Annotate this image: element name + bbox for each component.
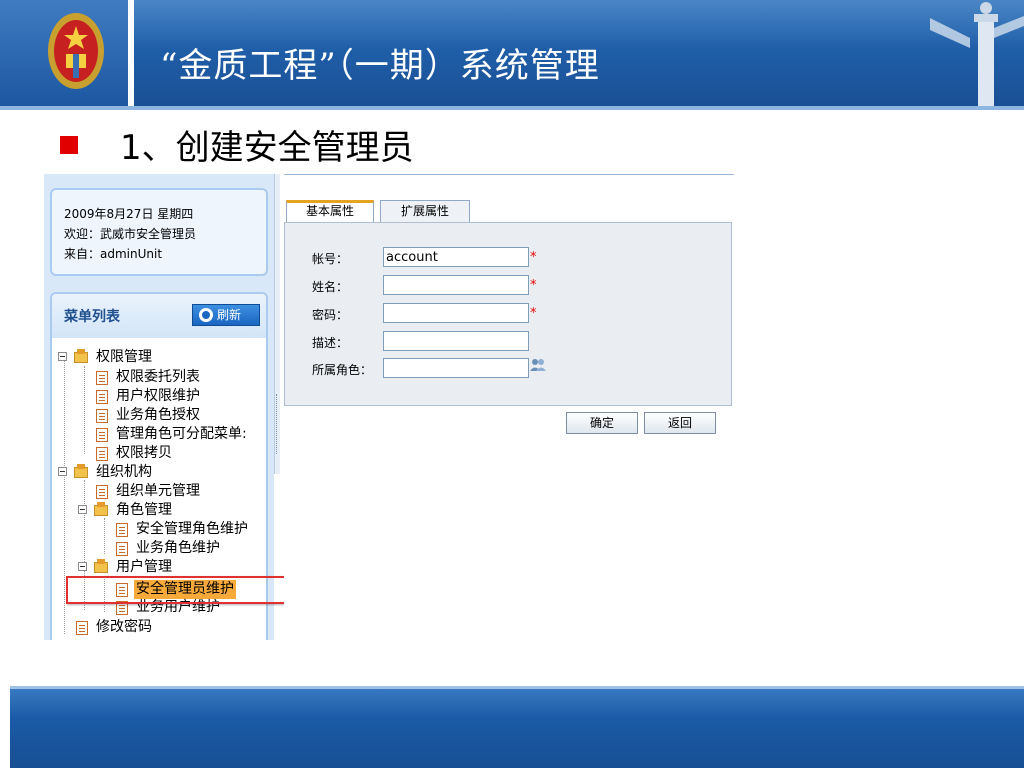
folder-icon bbox=[74, 464, 88, 478]
document-icon bbox=[96, 447, 108, 461]
slide-footer-band bbox=[10, 686, 1024, 768]
tree-label: 管理角色可分配菜单: bbox=[116, 426, 247, 442]
panel-splitter[interactable] bbox=[274, 174, 280, 474]
name-label: 姓名： bbox=[312, 280, 349, 294]
name-input[interactable] bbox=[383, 275, 529, 295]
account-input[interactable] bbox=[383, 247, 529, 267]
document-icon bbox=[116, 523, 128, 537]
required-mark: * bbox=[530, 278, 537, 293]
tree-label: 用户权限维护 bbox=[116, 388, 200, 404]
left-sidebar: 2009年8月27日 星期四 欢迎：武威市安全管理员 来自：adminUnit … bbox=[44, 174, 274, 640]
folder-icon bbox=[94, 502, 108, 516]
collapse-toggle-icon[interactable] bbox=[78, 562, 87, 571]
national-emblem-icon bbox=[48, 13, 104, 89]
required-mark: * bbox=[530, 250, 537, 265]
document-icon bbox=[96, 390, 108, 404]
tree-label: 用户管理 bbox=[116, 559, 172, 575]
select-role-icon[interactable] bbox=[530, 358, 546, 372]
user-info-box: 2009年8月27日 星期四 欢迎：武威市安全管理员 来自：adminUnit bbox=[50, 188, 268, 276]
welcome-line: 欢迎：武威市安全管理员 bbox=[64, 227, 197, 241]
role-label: 所属角色： bbox=[312, 363, 373, 377]
section-heading: 1、创建安全管理员 bbox=[120, 128, 414, 168]
collapse-toggle-icon[interactable] bbox=[78, 505, 87, 514]
description-input[interactable] bbox=[383, 331, 529, 351]
password-label: 密码： bbox=[312, 308, 349, 322]
refresh-button[interactable]: 刷新 bbox=[192, 304, 260, 326]
document-icon bbox=[96, 409, 108, 423]
document-icon bbox=[116, 542, 128, 556]
menu-title: 菜单列表 bbox=[64, 309, 120, 325]
tree-guide bbox=[84, 366, 85, 454]
confirm-button[interactable]: 确定 bbox=[566, 412, 638, 434]
required-mark: * bbox=[530, 306, 537, 321]
huabiao-pillar-icon bbox=[930, 2, 1024, 110]
tree-node-fenpeicaidan[interactable]: 管理角色可分配菜单: bbox=[96, 425, 264, 444]
from-line: 来自：adminUnit bbox=[64, 247, 163, 261]
document-icon bbox=[96, 371, 108, 385]
form-area: 基本属性 扩展属性 帐号： * 姓名： * 密码： * 描述： 所属角色： 确定… bbox=[284, 174, 734, 640]
role-input[interactable] bbox=[383, 358, 529, 378]
emblem-separator bbox=[128, 0, 134, 110]
account-label: 帐号： bbox=[312, 252, 349, 266]
collapse-toggle-icon[interactable] bbox=[58, 352, 67, 361]
document-icon bbox=[96, 485, 108, 499]
tree-label: 权限管理 bbox=[96, 349, 152, 365]
tree-label: 业务角色授权 bbox=[116, 407, 200, 423]
tree-guide bbox=[64, 358, 65, 634]
splitter-grip-icon[interactable] bbox=[276, 394, 280, 454]
tree-guide bbox=[104, 518, 105, 554]
tree-label: 业务角色维护 bbox=[136, 540, 220, 556]
tree-label: 组织单元管理 bbox=[116, 483, 200, 499]
collapse-toggle-icon[interactable] bbox=[58, 467, 67, 476]
password-input[interactable] bbox=[383, 303, 529, 323]
emblem-area bbox=[0, 0, 128, 110]
slide-title: “金质工程”（一期）系统管理 bbox=[160, 46, 600, 86]
tree-label: 安全管理角色维护 bbox=[136, 521, 248, 537]
date-line: 2009年8月27日 星期四 bbox=[64, 207, 194, 221]
tab-basic-properties[interactable]: 基本属性 bbox=[286, 200, 374, 222]
tree-label: 权限拷贝 bbox=[116, 445, 172, 461]
tree-label: 权限委托列表 bbox=[116, 369, 200, 385]
app-screenshot: 2009年8月27日 星期四 欢迎：武威市安全管理员 来自：adminUnit … bbox=[44, 174, 734, 640]
document-icon bbox=[96, 428, 108, 442]
top-border bbox=[284, 174, 734, 175]
footer-accent-line bbox=[10, 686, 1024, 689]
refresh-label: 刷新 bbox=[217, 308, 242, 322]
bullet-square bbox=[60, 136, 78, 154]
tab-extended-properties[interactable]: 扩展属性 bbox=[380, 200, 470, 222]
tree-label: 修改密码 bbox=[96, 619, 152, 635]
folder-icon bbox=[94, 559, 108, 573]
menu-header: 菜单列表 刷新 bbox=[52, 294, 266, 338]
refresh-icon bbox=[199, 308, 213, 322]
back-button[interactable]: 返回 bbox=[644, 412, 716, 434]
description-label: 描述： bbox=[312, 336, 349, 350]
folder-icon bbox=[74, 349, 88, 363]
tree-label: 角色管理 bbox=[116, 502, 172, 518]
tree-label: 组织机构 bbox=[96, 464, 152, 480]
slide-header: “金质工程”（一期）系统管理 bbox=[0, 0, 1024, 110]
document-icon bbox=[76, 621, 88, 635]
